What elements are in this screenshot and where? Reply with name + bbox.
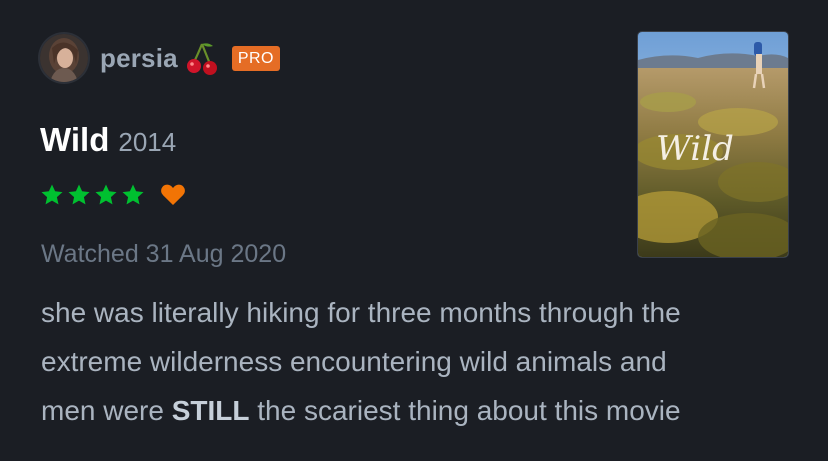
star-icon: [95, 184, 117, 205]
film-poster[interactable]: Wild: [638, 32, 788, 257]
review-line: extreme wilderness encountering wild ani…: [41, 346, 667, 377]
review-text-segment: men were: [41, 395, 164, 426]
star-icon: [41, 184, 63, 205]
film-year[interactable]: 2014: [118, 127, 176, 158]
poster-title: Wild: [656, 129, 734, 169]
review-line: she was literally hiking for three month…: [41, 297, 681, 328]
film-heading: Wild 2014: [40, 121, 176, 159]
film-title[interactable]: Wild: [40, 121, 109, 159]
rating: [40, 181, 186, 209]
cherries-icon: [186, 43, 217, 75]
review-line: men were STILL the scariest thing about …: [41, 386, 801, 435]
star-icon: [68, 184, 90, 205]
heart-icon: [161, 184, 185, 205]
avatar[interactable]: [40, 34, 88, 82]
username[interactable]: persia: [100, 43, 178, 74]
star-icon: [122, 184, 144, 205]
pro-badge: PRO: [231, 45, 280, 71]
review-text: she was literally hiking for three month…: [41, 288, 801, 435]
review-author[interactable]: persia PRO: [40, 33, 280, 83]
review-card: persia PRO Wild 2014 Watched 31 Aug 2020…: [0, 0, 828, 461]
review-bold-text: STILL: [171, 395, 250, 426]
watched-date[interactable]: Watched 31 Aug 2020: [41, 240, 286, 269]
review-text-segment: the scariest thing about this movie: [257, 395, 681, 426]
